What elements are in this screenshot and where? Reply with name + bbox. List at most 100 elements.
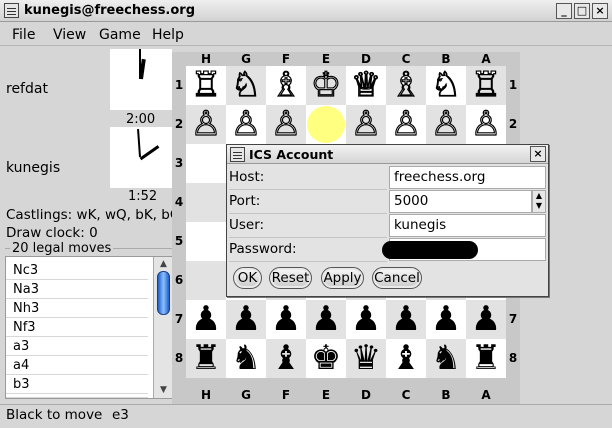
window-title-bar[interactable]: kunegis@freechess.org _ □ × bbox=[0, 0, 612, 22]
white-pawn-icon[interactable]: ♙ bbox=[346, 104, 386, 144]
square-d7[interactable]: ♟ bbox=[346, 300, 386, 339]
square-e8[interactable]: ♚ bbox=[306, 339, 346, 378]
square-c8[interactable]: ♝ bbox=[386, 339, 426, 378]
square-b7[interactable]: ♟ bbox=[426, 300, 466, 339]
square-h2[interactable]: ♙ bbox=[186, 104, 226, 144]
square-h8[interactable]: ♜ bbox=[186, 339, 226, 378]
dialog-close-button[interactable]: × bbox=[530, 146, 546, 162]
scroll-thumb[interactable] bbox=[157, 271, 170, 315]
square-c2[interactable]: ♙ bbox=[386, 104, 426, 144]
white-rook-icon[interactable]: ♖ bbox=[186, 65, 226, 105]
square-c7[interactable]: ♟ bbox=[386, 300, 426, 339]
square-a8[interactable]: ♜ bbox=[466, 339, 506, 378]
square-h4[interactable] bbox=[186, 183, 226, 222]
square-h7[interactable]: ♟ bbox=[186, 300, 226, 339]
scroll-up-icon[interactable]: ▲ bbox=[157, 259, 170, 269]
window-menu-icon[interactable] bbox=[4, 3, 19, 18]
square-b8[interactable]: ♞ bbox=[426, 339, 466, 378]
white-pawn-icon[interactable]: ♙ bbox=[266, 104, 306, 144]
square-f2[interactable]: ♙ bbox=[266, 104, 306, 144]
maximize-button[interactable]: □ bbox=[574, 3, 590, 19]
list-item[interactable]: Na3 bbox=[6, 280, 148, 299]
square-f8[interactable]: ♝ bbox=[266, 339, 306, 378]
black-pawn-icon[interactable]: ♟ bbox=[226, 300, 266, 339]
list-item[interactable]: b4 bbox=[6, 394, 148, 398]
moves-scrollbar[interactable]: ▲ ▼ bbox=[153, 257, 172, 398]
menu-help[interactable]: Help bbox=[152, 27, 184, 43]
list-item[interactable]: Nf3 bbox=[6, 318, 148, 337]
white-knight-icon[interactable]: ♘ bbox=[226, 65, 266, 105]
square-g1[interactable]: ♘ bbox=[226, 65, 266, 105]
dialog-title-bar[interactable]: ICS Account × bbox=[227, 145, 548, 164]
black-pawn-icon[interactable]: ♟ bbox=[306, 300, 346, 339]
square-a7[interactable]: ♟ bbox=[466, 300, 506, 339]
black-king-icon[interactable]: ♚ bbox=[306, 339, 346, 378]
menu-file[interactable]: File bbox=[12, 27, 35, 43]
close-button[interactable]: × bbox=[592, 3, 608, 19]
square-e1[interactable]: ♔ bbox=[306, 65, 346, 105]
black-knight-icon[interactable]: ♞ bbox=[426, 339, 466, 378]
square-g8[interactable]: ♞ bbox=[226, 339, 266, 378]
square-g7[interactable]: ♟ bbox=[226, 300, 266, 339]
black-bishop-icon[interactable]: ♝ bbox=[266, 339, 306, 378]
square-h3[interactable] bbox=[186, 144, 226, 183]
list-item[interactable]: Nc3 bbox=[6, 261, 148, 280]
square-a2[interactable]: ♙ bbox=[466, 104, 506, 144]
host-field[interactable]: freechess.org bbox=[389, 166, 546, 189]
black-pawn-icon[interactable]: ♟ bbox=[466, 300, 506, 339]
square-h6[interactable] bbox=[186, 261, 226, 300]
square-b1[interactable]: ♘ bbox=[426, 65, 466, 105]
black-pawn-icon[interactable]: ♟ bbox=[186, 300, 226, 339]
white-pawn-icon[interactable]: ♙ bbox=[226, 104, 266, 144]
square-f1[interactable]: ♗ bbox=[266, 65, 306, 105]
legal-moves-list[interactable]: Nc3 Na3 Nh3 Nf3 a3 a4 b3 b4 ▲ ▼ bbox=[5, 256, 172, 399]
port-stepper[interactable]: ▲ ▼ bbox=[532, 190, 546, 213]
black-rook-icon[interactable]: ♜ bbox=[466, 339, 506, 378]
square-b2[interactable]: ♙ bbox=[426, 104, 466, 144]
apply-button[interactable]: Apply bbox=[321, 267, 364, 289]
white-bishop-icon[interactable]: ♗ bbox=[266, 65, 306, 105]
scroll-down-icon[interactable]: ▼ bbox=[157, 385, 170, 395]
white-pawn-icon[interactable]: ♙ bbox=[426, 104, 466, 144]
square-e2[interactable] bbox=[306, 105, 346, 144]
white-pawn-icon[interactable]: ♙ bbox=[186, 104, 226, 144]
list-item[interactable]: Nh3 bbox=[6, 299, 148, 318]
black-bishop-icon[interactable]: ♝ bbox=[386, 339, 426, 378]
square-g2[interactable]: ♙ bbox=[226, 104, 266, 144]
square-d8[interactable]: ♛ bbox=[346, 339, 386, 378]
dialog-menu-icon[interactable] bbox=[230, 147, 245, 162]
list-item[interactable]: a4 bbox=[6, 356, 148, 375]
white-bishop-icon[interactable]: ♗ bbox=[386, 65, 426, 105]
square-d1[interactable]: ♕ bbox=[346, 65, 386, 105]
list-item[interactable]: b3 bbox=[6, 375, 148, 394]
white-knight-icon[interactable]: ♘ bbox=[426, 65, 466, 105]
white-king-icon[interactable]: ♔ bbox=[306, 65, 346, 105]
menu-view[interactable]: View bbox=[53, 27, 86, 43]
white-queen-icon[interactable]: ♕ bbox=[346, 65, 386, 105]
white-pawn-icon[interactable]: ♙ bbox=[386, 104, 426, 144]
white-pawn-icon[interactable]: ♙ bbox=[466, 104, 506, 144]
square-e7[interactable]: ♟ bbox=[306, 300, 346, 339]
black-pawn-icon[interactable]: ♟ bbox=[346, 300, 386, 339]
square-d2[interactable]: ♙ bbox=[346, 104, 386, 144]
port-spinbox[interactable]: 5000 bbox=[389, 190, 532, 213]
black-pawn-icon[interactable]: ♟ bbox=[386, 300, 426, 339]
user-field[interactable]: kunegis bbox=[389, 214, 546, 237]
black-rook-icon[interactable]: ♜ bbox=[186, 339, 226, 378]
password-field[interactable] bbox=[382, 238, 546, 261]
square-a1[interactable]: ♖ bbox=[466, 65, 506, 105]
black-pawn-icon[interactable]: ♟ bbox=[266, 300, 306, 339]
square-h1[interactable]: ♖ bbox=[186, 65, 226, 105]
square-c1[interactable]: ♗ bbox=[386, 65, 426, 105]
white-rook-icon[interactable]: ♖ bbox=[466, 65, 506, 105]
black-knight-icon[interactable]: ♞ bbox=[226, 339, 266, 378]
black-pawn-icon[interactable]: ♟ bbox=[426, 300, 466, 339]
black-queen-icon[interactable]: ♛ bbox=[346, 339, 386, 378]
list-item[interactable]: a3 bbox=[6, 337, 148, 356]
ok-button[interactable]: OK bbox=[233, 267, 262, 289]
reset-button[interactable]: Reset bbox=[269, 267, 312, 289]
cancel-button[interactable]: Cancel bbox=[372, 267, 422, 289]
square-h5[interactable] bbox=[186, 222, 226, 261]
square-f7[interactable]: ♟ bbox=[266, 300, 306, 339]
minimize-button[interactable]: _ bbox=[556, 3, 572, 19]
